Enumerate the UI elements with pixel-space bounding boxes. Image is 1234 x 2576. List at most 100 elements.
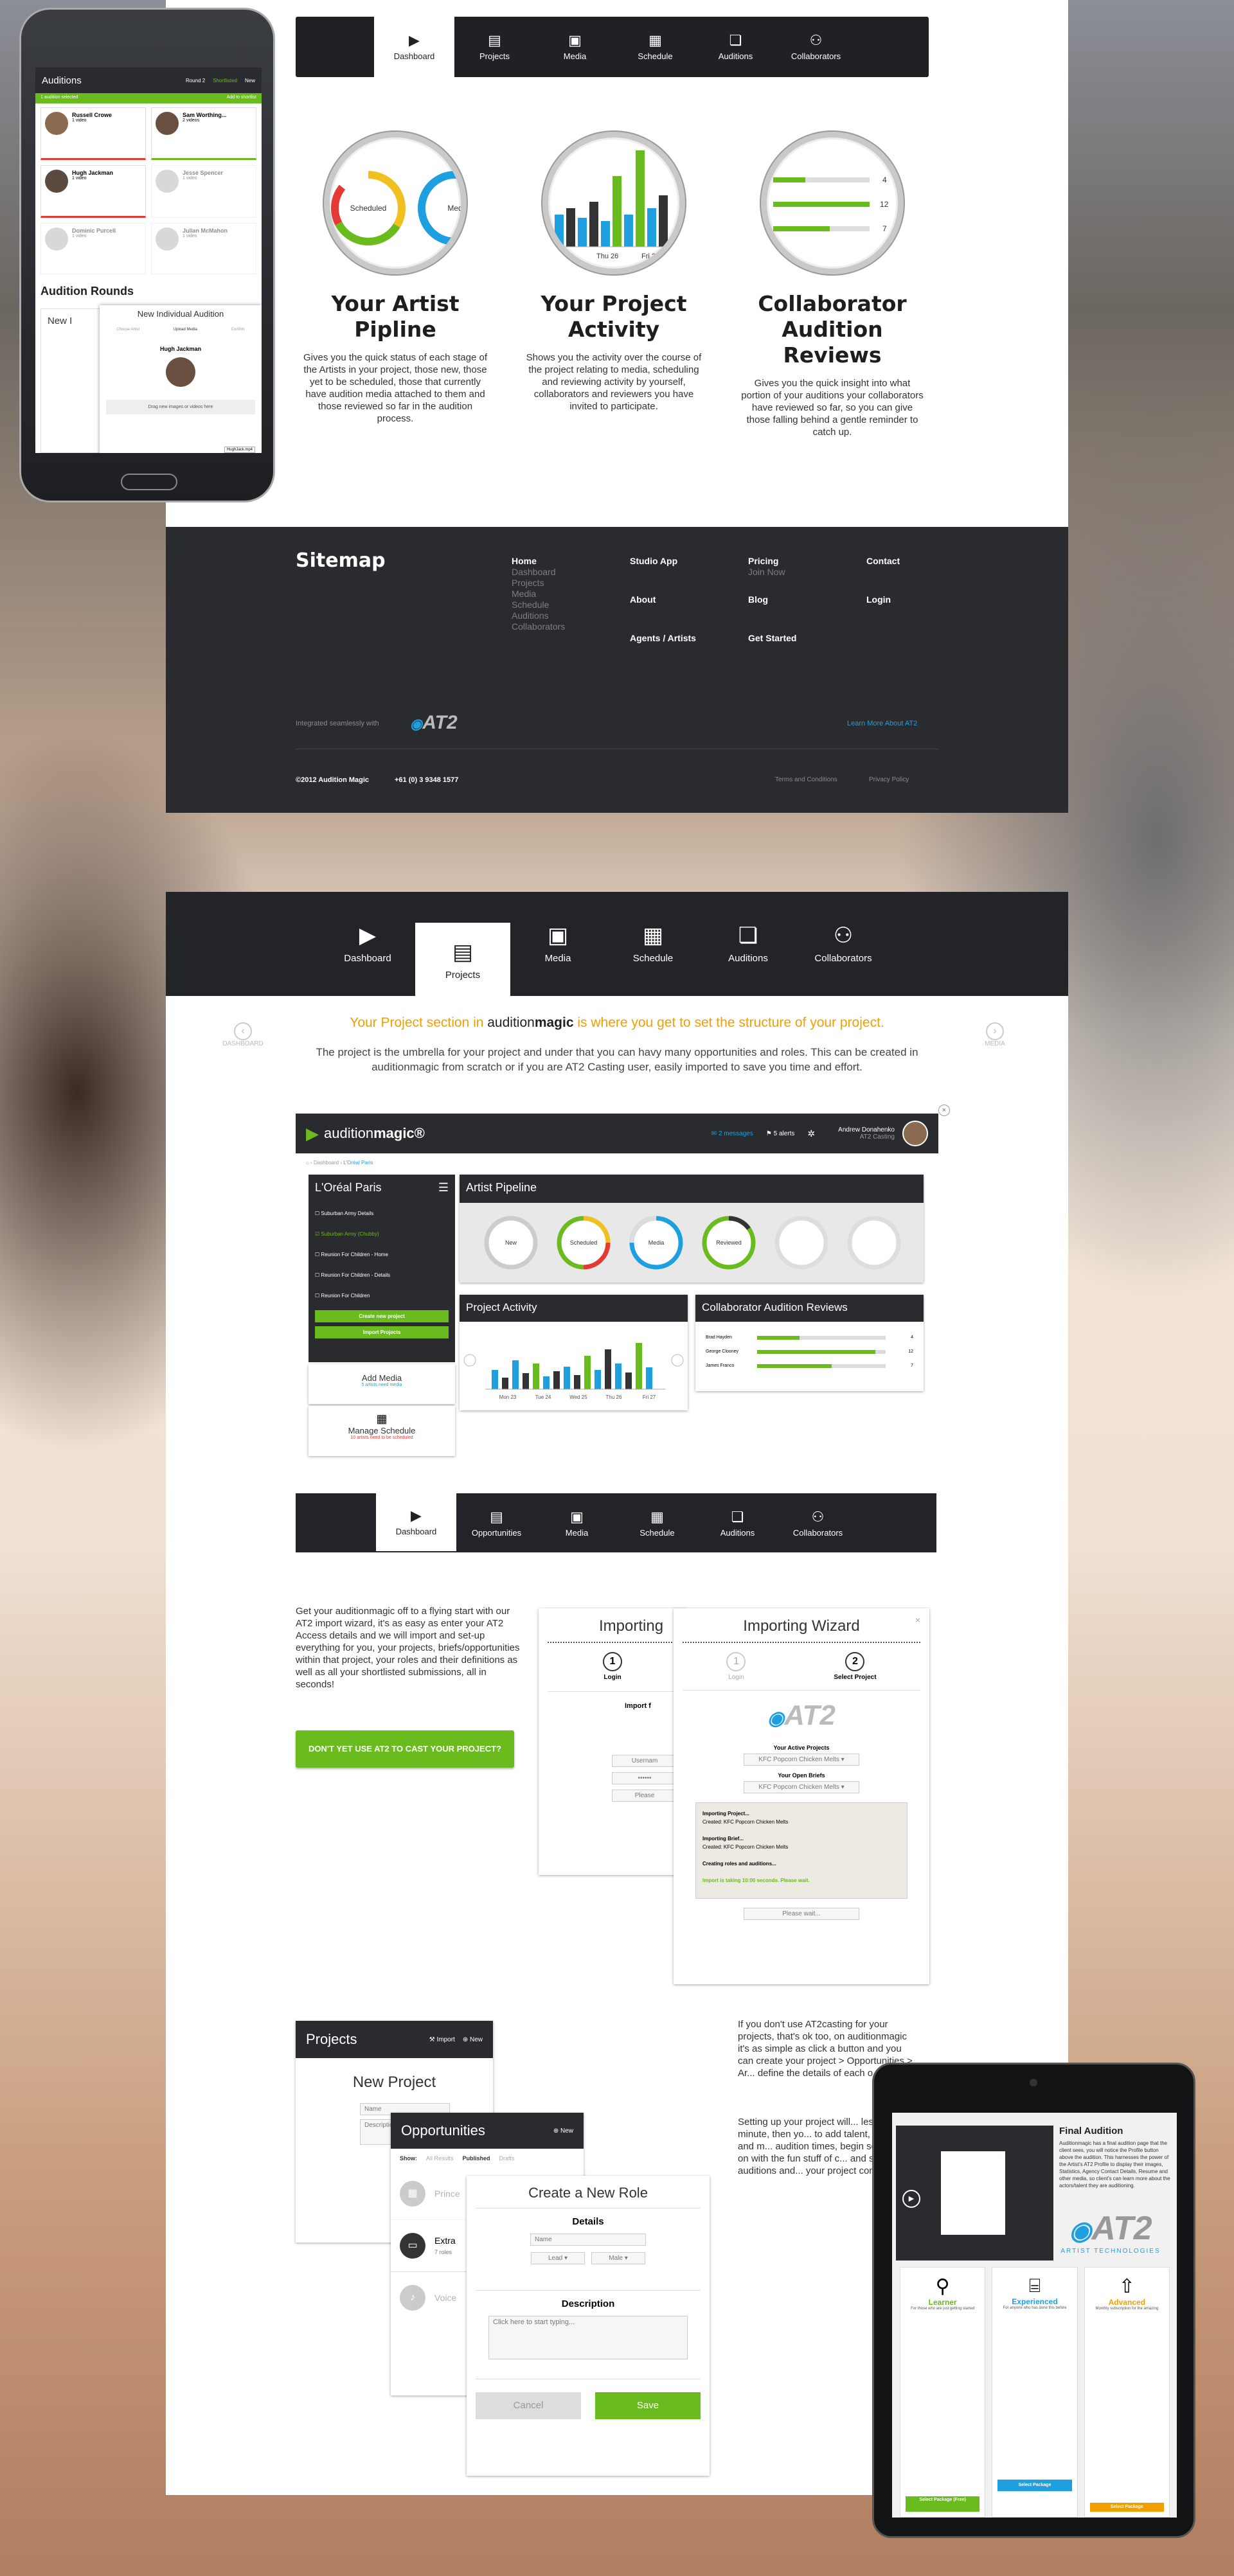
- tab-schedule[interactable]: ▦ Schedule: [615, 17, 695, 77]
- please-wait-button[interactable]: Please wait...: [744, 1908, 859, 1920]
- tab-auditions[interactable]: ❏ Auditions: [701, 892, 796, 996]
- role-item[interactable]: ☐ Reunion For Children: [315, 1286, 449, 1306]
- link-get-started[interactable]: Get Started: [748, 633, 796, 643]
- alerts-link[interactable]: ⚑ 5 alerts: [766, 1130, 795, 1137]
- opportunities-nav: ▶ Dashboard ▤ Opportunities ▣ Media ▦ Schedu…: [296, 1487, 936, 1554]
- avatar[interactable]: [902, 1121, 928, 1146]
- manage-schedule-card[interactable]: ▦ Manage Schedule 10 artists need to be s…: [308, 1406, 455, 1456]
- tab-schedule[interactable]: ▦ Schedule: [617, 1493, 697, 1554]
- add-media-card[interactable]: Add Media 5 artists need media: [308, 1364, 455, 1404]
- tab-dashboard[interactable]: ▶ Dashboard: [320, 892, 415, 996]
- new-opportunity-button[interactable]: ⊕ New: [553, 2127, 573, 2135]
- link-agents[interactable]: Agents / Artists: [630, 633, 696, 643]
- project-select[interactable]: KFC Popcorn Chicken Melts ▾: [744, 1754, 859, 1766]
- filter-drafts[interactable]: Drafts: [499, 2155, 515, 2162]
- level-select[interactable]: Lead ▾: [531, 2252, 585, 2264]
- prev-dashboard-button[interactable]: ‹ DASHBOARD: [217, 1022, 269, 1047]
- tab-projects[interactable]: ▤ Projects: [415, 923, 510, 999]
- person-card[interactable]: Dominic Purcell 1 video: [40, 223, 146, 274]
- terms-link[interactable]: Terms and Conditions: [775, 776, 837, 783]
- at2-cta-button[interactable]: DON'T YET USE AT2 TO CAST YOUR PROJECT?: [296, 1730, 514, 1768]
- tab-auditions[interactable]: ❏ Auditions: [697, 1493, 778, 1554]
- link-home[interactable]: Home: [512, 556, 537, 566]
- menu-icon[interactable]: ☰: [438, 1181, 449, 1195]
- password-input[interactable]: ••••••: [612, 1772, 677, 1784]
- tab-dashboard[interactable]: ▶ Dashboard: [374, 10, 454, 77]
- tab-collaborators[interactable]: ⚇ Collaborators: [778, 1493, 858, 1554]
- link-join-now[interactable]: Join Now: [748, 567, 785, 578]
- filter-all[interactable]: All Results: [426, 2155, 454, 2162]
- person-card[interactable]: Sam Worthing... 2 videos: [151, 107, 256, 160]
- cancel-button[interactable]: Cancel: [476, 2392, 581, 2419]
- role-item[interactable]: ☐ Reunion For Children - Details: [315, 1265, 449, 1286]
- tab-media[interactable]: ▣ Media: [535, 17, 615, 77]
- link-auditions[interactable]: Auditions: [512, 610, 549, 621]
- sitemap-title: Sitemap: [296, 549, 386, 572]
- rocket-icon: ⇧: [1118, 2276, 1135, 2297]
- tab-schedule[interactable]: ▦ Schedule: [605, 892, 701, 996]
- drag-drop-zone[interactable]: Drag new images or videos here: [106, 400, 255, 414]
- phone-new[interactable]: New: [245, 78, 255, 84]
- person-card[interactable]: Hugh Jackman 1 video: [40, 165, 146, 218]
- phone-home-button[interactable]: [121, 474, 177, 490]
- gear-icon[interactable]: ✲: [807, 1128, 815, 1139]
- import-projects-button[interactable]: Import Projects: [315, 1326, 449, 1338]
- pipeline-label: Scheduled: [350, 204, 387, 213]
- messages-link[interactable]: ✉ 2 messages: [711, 1130, 753, 1137]
- activity-bar: [553, 1371, 560, 1389]
- link-dashboard[interactable]: Dashboard: [512, 567, 556, 578]
- username-input[interactable]: Usernam: [612, 1755, 677, 1767]
- please-button[interactable]: Please: [612, 1790, 677, 1802]
- audition-video[interactable]: ▶: [896, 2126, 1053, 2261]
- activity-bar: [605, 1349, 611, 1389]
- link-blog[interactable]: Blog: [748, 594, 768, 605]
- phone-number: +61 (0) 3 9348 1577: [395, 776, 459, 784]
- tab-media[interactable]: ▣ Media: [537, 1493, 617, 1554]
- activity-bar: [625, 1372, 632, 1389]
- tab-dashboard[interactable]: ▶ Dashboard: [376, 1487, 456, 1551]
- link-about[interactable]: About: [630, 594, 656, 605]
- save-button[interactable]: Save: [595, 2392, 701, 2419]
- select-plan-button[interactable]: Select Package (Free): [906, 2496, 980, 2512]
- tab-media[interactable]: ▣ Media: [510, 892, 605, 996]
- import-button[interactable]: ⚒ Import: [429, 2036, 455, 2043]
- role-item[interactable]: ☐ Suburban Army Details: [315, 1204, 449, 1224]
- role-item[interactable]: ☐ Reunion For Children - Home: [315, 1245, 449, 1265]
- create-project-button[interactable]: Create new project: [315, 1310, 449, 1322]
- link-projects[interactable]: Projects: [512, 578, 544, 589]
- role-name-field[interactable]: Name: [530, 2234, 646, 2246]
- learn-more-link[interactable]: Learn More About AT2: [847, 720, 917, 727]
- person-card[interactable]: Jesse Spencer 1 video: [151, 165, 256, 218]
- top-nav: ▶ Dashboard ▤ Projects ▣ Media ▦ Schedule ❏ A…: [296, 10, 929, 77]
- tab-opportunities[interactable]: ▤ Opportunities: [456, 1493, 537, 1554]
- select-plan-button[interactable]: Select Package: [997, 2480, 1072, 2491]
- filter-published[interactable]: Published: [463, 2155, 490, 2162]
- privacy-link[interactable]: Privacy Policy: [869, 776, 909, 783]
- link-schedule[interactable]: Schedule: [512, 600, 549, 610]
- next-media-button[interactable]: › MEDIA: [969, 1022, 1021, 1047]
- link-studio-app[interactable]: Studio App: [630, 556, 677, 566]
- role-item[interactable]: ☑ Suburban Army (Chubby): [315, 1224, 449, 1245]
- link-collaborators[interactable]: Collaborators: [512, 621, 565, 632]
- brief-select[interactable]: KFC Popcorn Chicken Melts ▾: [744, 1781, 859, 1793]
- link-pricing[interactable]: Pricing: [748, 556, 778, 566]
- user-menu[interactable]: Andrew Donahenko AT2 Casting: [838, 1126, 895, 1141]
- play-icon[interactable]: ▶: [902, 2190, 920, 2208]
- phone-round[interactable]: Round 2: [186, 78, 205, 84]
- gender-select[interactable]: Male ▾: [591, 2252, 645, 2264]
- person-card[interactable]: Julian McMahon 1 video: [151, 223, 256, 274]
- link-login[interactable]: Login: [866, 594, 891, 605]
- person-card[interactable]: Russell Crowe 1 video: [40, 107, 146, 160]
- tab-collaborators[interactable]: ⚇ Collaborators: [776, 17, 856, 77]
- close-icon[interactable]: ×: [915, 1615, 920, 1625]
- tab-collaborators[interactable]: ⚇ Collaborators: [796, 892, 891, 996]
- tab-projects[interactable]: ▤ Projects: [454, 17, 535, 77]
- new-button[interactable]: ⊕ New: [463, 2036, 483, 2043]
- phone-shortlisted[interactable]: Shortlisted: [213, 78, 237, 84]
- select-plan-button[interactable]: Select Package: [1089, 2503, 1164, 2512]
- description-textarea[interactable]: Click here to start typing...: [488, 2316, 688, 2359]
- tab-auditions[interactable]: ❏ Auditions: [695, 17, 776, 77]
- link-media[interactable]: Media: [512, 589, 536, 600]
- close-icon[interactable]: ×: [938, 1105, 950, 1116]
- link-contact[interactable]: Contact: [866, 556, 900, 566]
